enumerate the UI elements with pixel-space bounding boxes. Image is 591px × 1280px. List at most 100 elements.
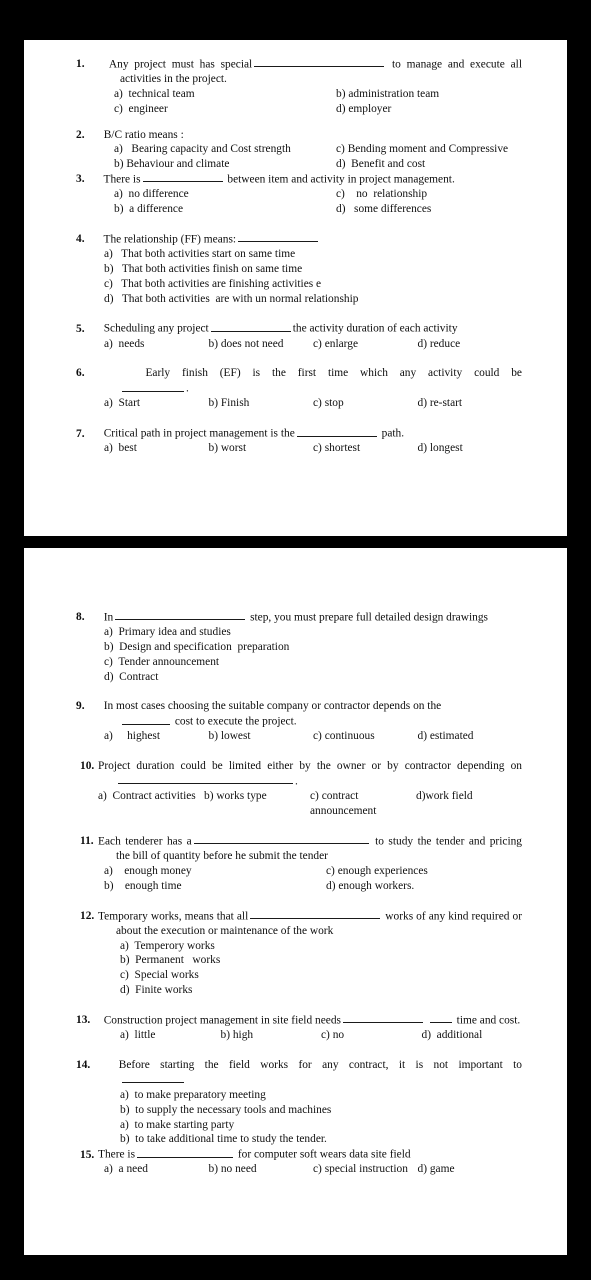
- option-item: b) no need: [208, 1163, 257, 1176]
- question-block: 3. There is between item and activity in…: [76, 172, 522, 217]
- page-2-content: 8. In step, you must prepare full detail…: [24, 548, 567, 1177]
- scanned-page-2: 8. In step, you must prepare full detail…: [24, 548, 567, 1255]
- question-stem: 12. Temporary works, means that all works…: [80, 909, 522, 937]
- options-list: a) a need b) no need c) special instruct…: [98, 1162, 522, 1177]
- option-item: a) a need: [104, 1163, 148, 1176]
- option-item: b) Behaviour and climate: [114, 158, 230, 171]
- option-item: a) That both activities start on same ti…: [104, 248, 296, 261]
- option-item: d) game: [417, 1163, 455, 1176]
- option-item: b) Finish: [208, 397, 250, 410]
- options-list: a) That both activities start on same ti…: [98, 247, 522, 306]
- option-item: b) Design and specification preparation: [104, 641, 290, 653]
- option-item: b) Permanent works: [120, 954, 221, 967]
- option-item: b) does not need: [208, 337, 284, 350]
- fill-in-blank: [122, 1073, 184, 1084]
- question-block: 10. Project duration could be limited eit…: [80, 759, 522, 819]
- option-item: d) That both activities are with un norm…: [104, 292, 359, 305]
- question-stem-text: B/C ratio means :: [103, 128, 184, 141]
- question-stem-text-tail: time and cost.: [456, 1014, 521, 1027]
- option-item: c) enlarge: [313, 337, 359, 350]
- question-block: 11. Each tenderer has a to study the tend…: [80, 834, 522, 894]
- option-item: d) Finite works: [120, 984, 193, 997]
- option-item: a) Primary idea and studies: [104, 626, 231, 639]
- option-item: b) administration team: [336, 88, 440, 100]
- options-list: a) no difference c) no relationship b) a…: [98, 187, 522, 217]
- options-list: a) Start b) Finish c) stop d) re-start: [98, 396, 522, 411]
- question-stem-text: Early finish (EF) is the first time whic…: [145, 367, 522, 380]
- question-stem-text-tail: between item and activity in project man…: [227, 173, 455, 186]
- question-stem-continuation: [98, 1073, 522, 1088]
- question-block: 12. Temporary works, means that all works…: [80, 909, 522, 998]
- question-stem-text: Construction project management in site …: [103, 1014, 341, 1027]
- options-list: a) Temperory works b) Permanent works c)…: [98, 939, 522, 998]
- fill-in-blank: [137, 1147, 234, 1158]
- option-item: d) reduce: [417, 337, 461, 350]
- fill-in-blank: [210, 321, 291, 332]
- option-item: b) a difference: [114, 203, 184, 216]
- question-stem-text: Critical path in project management is t…: [103, 427, 295, 440]
- option-item: b) enough time: [104, 879, 182, 892]
- option-item: a) Temperory works: [120, 939, 215, 952]
- question-stem-text-tail: path.: [381, 427, 405, 440]
- question-stem-text: Temporary works, means that all: [98, 909, 249, 922]
- options-list: a) highest b) lowest c) continuous d) es…: [98, 729, 522, 744]
- option-item: d) some differences: [336, 203, 432, 216]
- option-item: c) special instruction: [313, 1163, 408, 1176]
- question-stem: 7. Critical path in project management i…: [76, 427, 405, 440]
- question-stem: 10. Project duration could be limited eit…: [80, 760, 522, 788]
- fill-in-blank: [142, 172, 223, 183]
- question-stem: 4. The relationship (FF) means:: [76, 232, 522, 247]
- question-block: 7. Critical path in project management i…: [76, 426, 522, 456]
- fill-in-blank: [115, 610, 246, 621]
- question-stem-text: Scheduling any project: [103, 322, 209, 335]
- question-stem-text: In most cases choosing the suitable comp…: [103, 700, 442, 713]
- question-stem-text-tail: .: [186, 382, 189, 395]
- question-stem-text: Project duration could be limited either…: [98, 760, 522, 773]
- page-1-content: 1. Any project must has special to manag…: [24, 40, 567, 456]
- question-stem: 13. Construction project management in s…: [76, 1013, 521, 1027]
- fill-in-blank: [238, 232, 319, 243]
- question-stem-text-tail: the activity duration of each activity: [292, 322, 458, 335]
- option-item: d) Contract: [104, 670, 159, 683]
- question-stem-text: Before starting the field works for any …: [118, 1058, 522, 1071]
- options-list: a) Primary idea and studies b) Design an…: [98, 625, 522, 684]
- option-item: b) worst: [208, 442, 247, 455]
- option-item: c) Bending moment and Compressive: [336, 143, 509, 156]
- question-stem: 15. There is for computer soft wears data…: [80, 1147, 411, 1161]
- option-item: d) re-start: [417, 397, 463, 410]
- option-item: a) little: [120, 1029, 156, 1042]
- option-item: b) high: [220, 1029, 254, 1042]
- option-item: b) lowest: [208, 730, 251, 743]
- option-item: c) Special works: [120, 969, 199, 982]
- option-item: d)work field: [416, 790, 473, 803]
- option-item: d) estimated: [417, 730, 474, 743]
- question-block: 15. There is for computer soft wears data…: [80, 1147, 522, 1177]
- fill-in-blank: [250, 909, 381, 919]
- question-stem: 3. There is between item and activity in…: [76, 172, 455, 186]
- option-item: b) That both activities finish on same t…: [104, 262, 303, 275]
- question-stem-text: The relationship (FF) means:: [103, 233, 237, 246]
- question-stem-text: In: [103, 611, 114, 624]
- option-item: d) additional: [421, 1029, 483, 1042]
- option-item: a) needs: [104, 337, 145, 350]
- options-list: a) little b) high c) no d) additional: [98, 1028, 522, 1043]
- fill-in-blank: [254, 57, 385, 68]
- question-block: 1. Any project must has special to manag…: [76, 57, 522, 117]
- options-list: a) Contract activities b) works type c) …: [98, 789, 522, 819]
- option-item: a) highest: [104, 730, 160, 743]
- option-item: c) shortest: [313, 442, 361, 455]
- option-item: a) Start: [104, 397, 141, 410]
- option-item: c) no relationship: [336, 188, 428, 201]
- fill-in-blank: [342, 1013, 423, 1024]
- options-list: a) technical team b) administration team…: [98, 87, 522, 117]
- question-stem: 9. In most cases choosing the suitable c…: [76, 700, 442, 713]
- question-block: 5. Scheduling any project the activity du…: [76, 321, 522, 352]
- option-item: c) engineer: [114, 102, 168, 115]
- fill-in-blank: [118, 774, 293, 785]
- options-list: a) needs b) does not need c) enlarge d) …: [98, 337, 522, 352]
- option-item: c) stop: [313, 397, 344, 410]
- option-item: c) enough experiences: [326, 864, 428, 877]
